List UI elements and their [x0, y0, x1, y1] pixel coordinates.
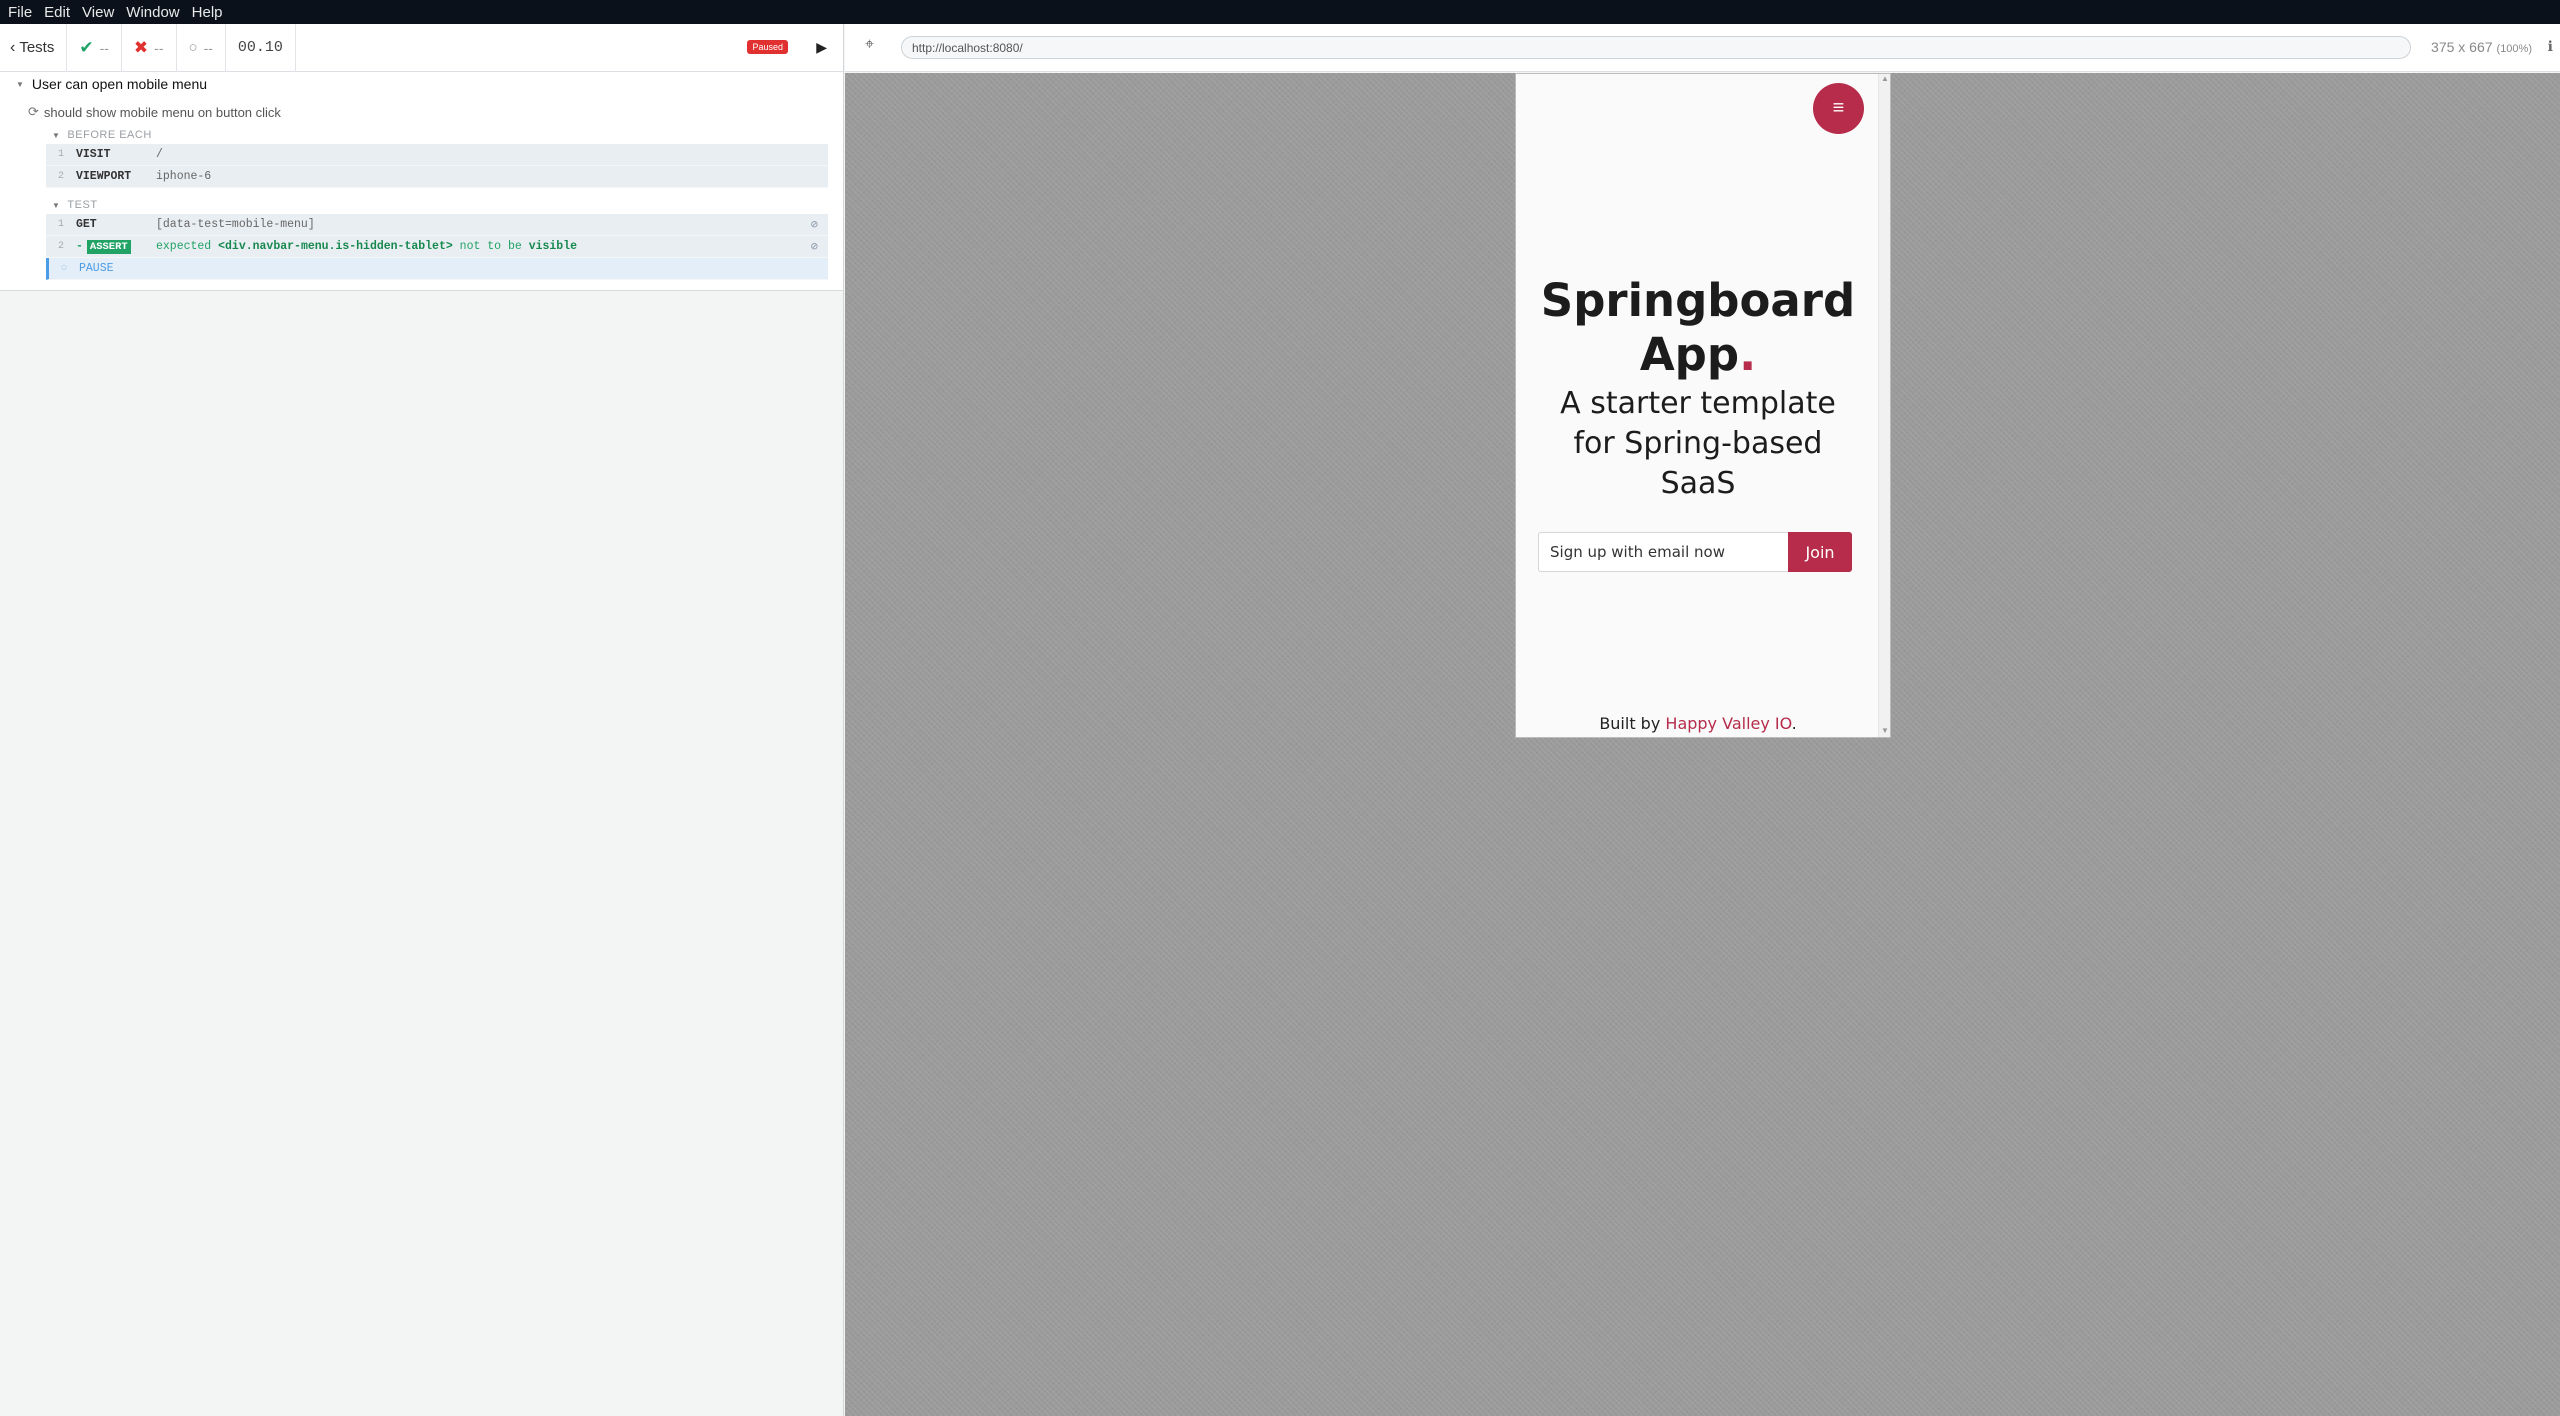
scrollbar[interactable]: ▲ ▼ — [1878, 74, 1890, 737]
selector-playground-icon[interactable]: ⌖ — [865, 36, 883, 54]
hamburger-icon: ≡ — [1832, 97, 1845, 119]
runnables: ▼ User can open mobile menu ⟳ should sho… — [0, 72, 843, 291]
mobile-menu-button[interactable]: ≡ — [1813, 83, 1864, 134]
resume-play-button[interactable]: ▶ — [816, 39, 827, 56]
chevron-left-icon: ‹ — [10, 38, 16, 56]
caret-down-icon: ▼ — [16, 79, 24, 89]
back-label: Tests — [19, 39, 55, 56]
hero: Springboard App. A starter template for … — [1516, 274, 1880, 504]
viewport-info: 375 x 667 (100%) — [2431, 39, 2532, 55]
x-icon: ✖ — [133, 37, 149, 57]
menu-help[interactable]: Help — [192, 4, 223, 21]
check-icon: ✔ — [79, 37, 94, 57]
failed-count[interactable]: ✖ -- — [122, 23, 177, 72]
eye-slash-icon: ⊘ — [810, 218, 818, 232]
command-row[interactable]: 1 GET [data-test=mobile-menu] ⊘ — [46, 214, 828, 236]
scroll-up-icon[interactable]: ▲ — [1881, 74, 1889, 83]
menu-file[interactable]: File — [8, 4, 32, 21]
join-button[interactable]: Join — [1788, 532, 1852, 572]
menu-edit[interactable]: Edit — [44, 4, 70, 21]
hero-title: Springboard App. — [1540, 274, 1856, 381]
footer-link[interactable]: Happy Valley IO — [1665, 714, 1791, 733]
scroll-down-icon[interactable]: ▼ — [1881, 726, 1889, 735]
caret-down-icon: ▼ — [52, 130, 61, 140]
aut-iframe-container: ≡ Springboard App. A starter template fo… — [845, 73, 2560, 1416]
command-row[interactable]: 1 VISIT / — [46, 144, 828, 166]
test-commands: 1 GET [data-test=mobile-menu] ⊘ 2 - ASSER… — [46, 214, 828, 280]
app-menubar: File Edit View Window Help — [0, 0, 2560, 24]
duration-timer: 00.10 — [226, 23, 296, 72]
assertion-message: expected <div.navbar-menu.is-hidden-tabl… — [156, 240, 578, 253]
assert-badge: ASSERT — [86, 240, 131, 254]
pending-count[interactable]: ○ -- — [177, 23, 226, 72]
test-reporter: ‹ Tests ✔ -- ✖ -- ○ -- 00.10 Paused ▶ ▼ … — [0, 23, 844, 1416]
signup-form: Join — [1538, 532, 1852, 572]
reporter-header: ‹ Tests ✔ -- ✖ -- ○ -- 00.10 Paused ▶ — [0, 23, 843, 72]
eye-slash-icon: ⊘ — [810, 240, 818, 254]
pending-spinner-icon: ◌ — [60, 263, 67, 274]
email-input[interactable] — [1538, 532, 1788, 572]
paused-badge: Paused — [747, 40, 788, 54]
footer: Built by Happy Valley IO. — [1599, 714, 1797, 733]
menu-view[interactable]: View — [82, 4, 114, 21]
back-to-tests-button[interactable]: ‹ Tests — [0, 23, 68, 72]
menu-window[interactable]: Window — [126, 4, 179, 21]
info-icon[interactable]: ℹ — [2548, 38, 2553, 55]
hook-test[interactable]: ▼ TEST — [0, 196, 843, 214]
command-row[interactable]: 2 - ASSERT expected <div.navbar-menu.is-h… — [46, 236, 828, 258]
circle-icon: ○ — [188, 39, 198, 56]
test-row[interactable]: ⟳ should show mobile menu on button clic… — [0, 102, 843, 122]
passed-count[interactable]: ✔ -- — [67, 23, 122, 72]
running-spinner-icon: ⟳ — [28, 104, 39, 119]
hook-before-each[interactable]: ▼ BEFORE EACH — [0, 126, 843, 144]
suite-title: User can open mobile menu — [31, 76, 208, 92]
url-bar[interactable]: http://localhost:8080/ — [901, 36, 2411, 59]
hero-subtitle: A starter template for Spring-based SaaS — [1560, 386, 1836, 501]
caret-down-icon: ▼ — [52, 200, 61, 210]
before-each-commands: 1 VISIT / 2 VIEWPORT iphone-6 — [46, 144, 828, 188]
command-row[interactable]: 2 VIEWPORT iphone-6 — [46, 166, 828, 188]
command-row-pause[interactable]: ◌ PAUSE — [46, 258, 828, 280]
suite-row[interactable]: ▼ User can open mobile menu — [0, 72, 843, 96]
app-viewport: ≡ Springboard App. A starter template fo… — [1515, 73, 1891, 738]
test-title: should show mobile menu on button click — [43, 104, 281, 120]
aut-header: ⌖ http://localhost:8080/ 375 x 667 (100%)… — [845, 24, 2560, 72]
